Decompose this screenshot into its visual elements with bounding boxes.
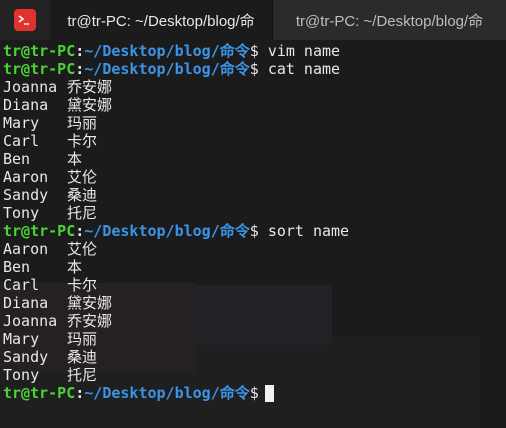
prompt-symbol: $ — [249, 42, 259, 60]
app-icon-area[interactable] — [0, 0, 50, 40]
prompt-path: ~/Desktop/blog/命令 — [84, 42, 250, 60]
prompt-line: tr@tr-PC: ~/Desktop/blog/命令 $ cat name — [3, 60, 349, 78]
prompt-colon: : — [75, 42, 85, 60]
terminal-lines: tr@tr-PC: ~/Desktop/blog/命令 $ vim name tr@… — [3, 42, 349, 402]
output-line: Carl 卡尔 — [3, 276, 98, 294]
output-line: Ben 本 — [3, 150, 83, 168]
prompt-glyph-icon — [18, 15, 29, 25]
output-line: Aaron 艾伦 — [3, 168, 98, 186]
output-line: Mary 玛丽 — [3, 114, 98, 132]
prompt-symbol: $ — [249, 222, 259, 240]
output-line: Sandy 桑迪 — [3, 348, 98, 366]
tab-title: tr@tr-PC: ~/Desktop/blog/命 — [295, 12, 484, 30]
prompt-line: tr@tr-PC: ~/Desktop/blog/命令 $ vim name — [3, 42, 349, 60]
prompt-path: ~/Desktop/blog/命令 — [84, 60, 250, 78]
prompt-colon: : — [75, 60, 85, 78]
output-line: Tony 托尼 — [3, 366, 98, 384]
prompt-path: ~/Desktop/blog/命令 — [84, 222, 250, 240]
output-line: Sandy 桑迪 — [3, 186, 98, 204]
prompt-line: tr@tr-PC: ~/Desktop/blog/命令 $ sort name — [3, 222, 349, 240]
prompt-path: ~/Desktop/blog/命令 — [84, 384, 250, 402]
output-line: Mary 玛丽 — [3, 330, 98, 348]
prompt-user-host: tr@tr-PC — [3, 42, 76, 60]
prompt-user-host: tr@tr-PC — [3, 60, 76, 78]
command-text: sort name — [267, 222, 350, 240]
output-line: Diana 黛安娜 — [3, 96, 113, 114]
output-line: Joanna 乔安娜 — [3, 78, 113, 96]
prompt-symbol: $ — [249, 384, 259, 402]
tab-bar: tr@tr-PC: ~/Desktop/blog/命 tr@tr-PC: ~/D… — [0, 0, 506, 40]
tab-active[interactable]: tr@tr-PC: ~/Desktop/blog/命 — [50, 0, 272, 40]
active-prompt-line[interactable]: tr@tr-PC: ~/Desktop/blog/命令 $ — [3, 384, 349, 402]
prompt-colon: : — [75, 384, 85, 402]
output-line: Joanna 乔安娜 — [3, 312, 113, 330]
prompt-user-host: tr@tr-PC — [3, 222, 76, 240]
output-line: Tony 托尼 — [3, 204, 98, 222]
command-text: vim name — [267, 42, 341, 60]
terminal-output[interactable]: tr@tr-PC: ~/Desktop/blog/命令 $ vim name tr@… — [0, 40, 506, 428]
prompt-user-host: tr@tr-PC — [3, 384, 76, 402]
tab-title: tr@tr-PC: ~/Desktop/blog/命 — [67, 12, 255, 30]
output-line: Aaron 艾伦 — [3, 240, 98, 258]
tab-inactive[interactable]: tr@tr-PC: ~/Desktop/blog/命 — [273, 0, 506, 40]
terminal-app-icon[interactable] — [14, 9, 36, 31]
text-cursor[interactable] — [264, 384, 274, 402]
prompt-colon: : — [75, 222, 85, 240]
prompt-symbol: $ — [249, 60, 259, 78]
output-line: Ben 本 — [3, 258, 83, 276]
output-line: Diana 黛安娜 — [3, 294, 113, 312]
command-text: cat name — [267, 60, 341, 78]
output-line: Carl 卡尔 — [3, 132, 98, 150]
